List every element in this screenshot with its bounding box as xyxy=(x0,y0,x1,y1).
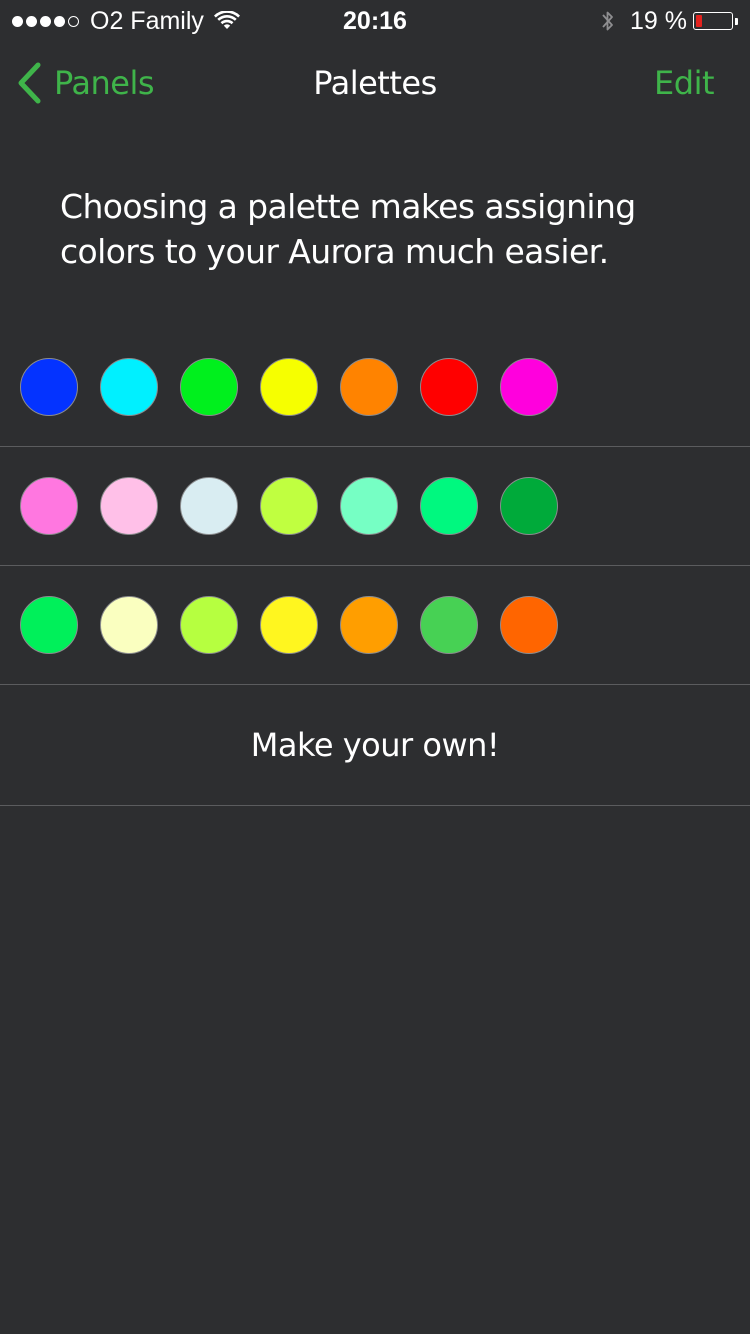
color-swatch xyxy=(100,477,158,535)
color-swatch xyxy=(20,596,78,654)
page-title: Palettes xyxy=(313,64,437,102)
bluetooth-icon xyxy=(600,8,616,34)
color-swatch xyxy=(340,358,398,416)
color-swatch xyxy=(420,596,478,654)
palette-row-3[interactable] xyxy=(0,566,750,685)
intro-description: Choosing a palette makes assigning color… xyxy=(60,187,636,271)
color-swatch xyxy=(180,358,238,416)
color-swatch xyxy=(340,477,398,535)
color-swatch xyxy=(260,596,318,654)
color-swatch xyxy=(260,477,318,535)
edit-button[interactable]: Edit xyxy=(654,64,714,102)
battery-icon xyxy=(693,12,733,30)
color-swatch xyxy=(500,596,558,654)
color-swatch xyxy=(180,596,238,654)
palette-row-1[interactable] xyxy=(0,328,750,447)
color-swatch xyxy=(260,358,318,416)
navigation-bar: Panels Palettes Edit xyxy=(0,40,750,128)
make-your-own-button[interactable]: Make your own! xyxy=(0,685,750,806)
status-bar-right: 19 % xyxy=(600,6,738,36)
color-swatch xyxy=(20,477,78,535)
palette-list: Make your own! xyxy=(0,328,750,806)
status-bar: O2 Family 20:16 19 % xyxy=(0,0,750,40)
palette-row-2[interactable] xyxy=(0,447,750,566)
color-swatch xyxy=(500,477,558,535)
palette-rows xyxy=(0,328,750,685)
color-swatch xyxy=(100,596,158,654)
color-swatch xyxy=(20,358,78,416)
battery-percent: 19 % xyxy=(630,6,687,35)
color-swatch xyxy=(180,477,238,535)
color-swatch xyxy=(420,358,478,416)
battery-nub xyxy=(735,17,738,25)
color-swatch xyxy=(420,477,478,535)
color-swatch xyxy=(500,358,558,416)
color-swatch xyxy=(340,596,398,654)
color-swatch xyxy=(100,358,158,416)
battery-fill xyxy=(696,15,703,27)
